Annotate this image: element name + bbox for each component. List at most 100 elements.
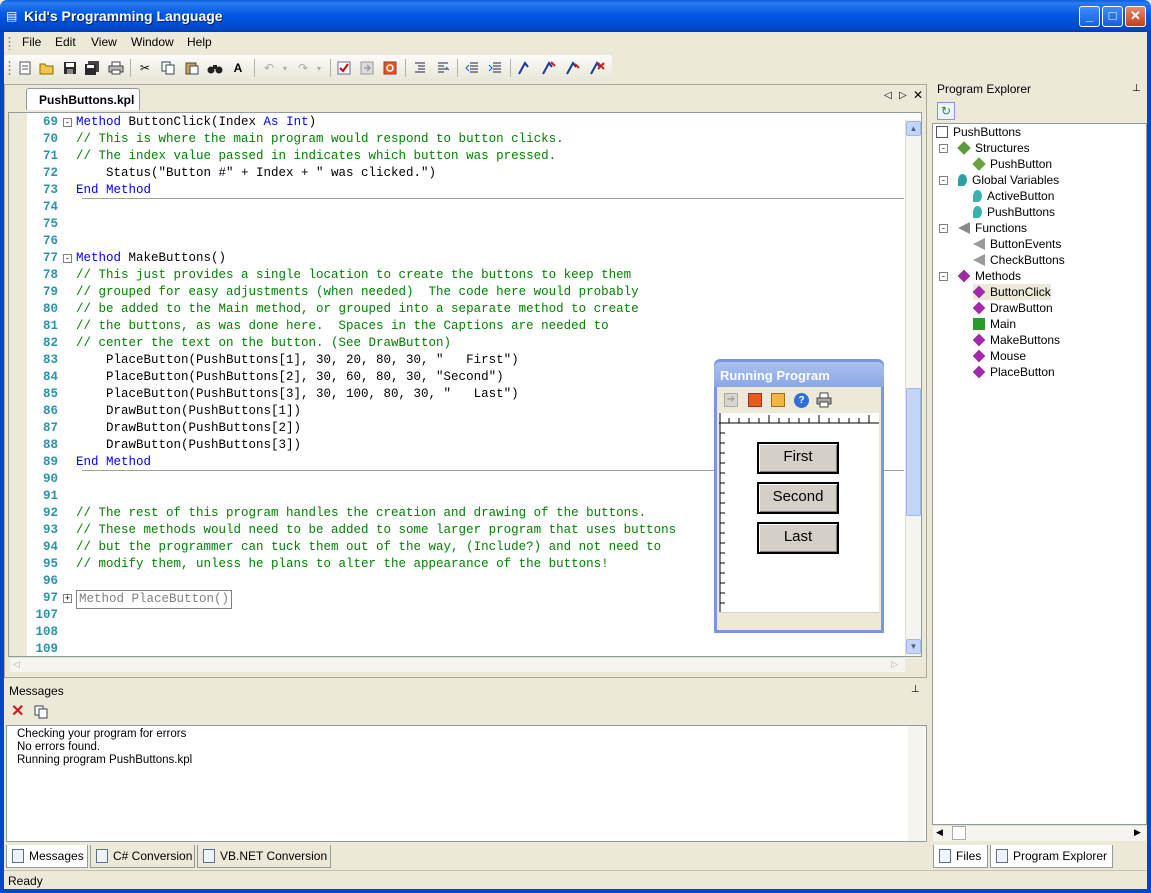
paste-icon[interactable]	[183, 59, 201, 77]
find-icon[interactable]	[206, 59, 224, 77]
collapse-icon[interactable]: -	[63, 118, 72, 127]
step-over-icon[interactable]	[564, 59, 582, 77]
first-button[interactable]: First	[757, 442, 839, 474]
copy-messages-icon[interactable]	[34, 705, 48, 722]
menu-help[interactable]: Help	[187, 35, 212, 49]
close-button[interactable]: ✕	[1125, 6, 1146, 27]
last-button[interactable]: Last	[757, 522, 839, 554]
step-icon[interactable]	[540, 59, 558, 77]
copy-icon[interactable]	[159, 59, 177, 77]
tree-node[interactable]: DrawButton	[972, 300, 1053, 316]
check-icon[interactable]	[335, 59, 353, 77]
program-canvas[interactable]: First Second Last	[719, 413, 879, 612]
scroll-right-icon[interactable]: ▶	[1134, 827, 1141, 838]
scroll-right-icon[interactable]: ▷	[891, 659, 898, 670]
app-icon[interactable]: ▤	[6, 9, 20, 23]
messages-list[interactable]: Checking your program for errors No erro…	[6, 725, 927, 842]
outdent-icon[interactable]	[463, 59, 481, 77]
tree-node[interactable]: PushButtons	[936, 124, 1021, 140]
run-icon[interactable]: ➔	[724, 393, 738, 407]
expand-icon[interactable]: +	[63, 594, 72, 603]
editor-horizontal-scrollbar[interactable]	[10, 657, 905, 672]
collapse-icon[interactable]: -	[939, 272, 948, 281]
collapse-icon[interactable]: -	[63, 254, 72, 263]
refresh-icon[interactable]: ↻	[937, 102, 955, 120]
pin-icon[interactable]: ⊥	[1132, 83, 1141, 94]
menu-view[interactable]: View	[91, 35, 117, 49]
clear-breakpoints-icon[interactable]	[588, 59, 606, 77]
code-text: Status("Button #" + Index + " was clicke…	[76, 166, 437, 180]
running-program-title[interactable]: Running Program	[714, 362, 884, 387]
open-icon[interactable]	[38, 59, 56, 77]
tab-pushbuttons-kpl[interactable]: PushButtons.kpl	[26, 88, 140, 110]
collapse-icon[interactable]: -	[939, 224, 948, 233]
cut-icon[interactable]: ✂	[136, 59, 154, 77]
replace-icon[interactable]: A	[229, 59, 247, 77]
tree-node[interactable]: ButtonClick	[972, 284, 1051, 300]
stop-icon[interactable]	[381, 59, 399, 77]
pin-icon[interactable]: ⊥	[911, 684, 920, 695]
save-all-icon[interactable]	[83, 59, 101, 77]
line-number: 92	[42, 506, 58, 520]
tab-files[interactable]: Files	[933, 845, 988, 868]
scroll-thumb[interactable]	[906, 388, 921, 516]
methods-icon	[957, 269, 971, 283]
scroll-left-icon[interactable]: ◀	[936, 827, 943, 838]
uncomment-icon[interactable]	[486, 59, 504, 77]
toolbar-grip[interactable]	[8, 60, 11, 76]
second-button[interactable]: Second	[757, 482, 839, 514]
tab-messages[interactable]: Messages	[6, 845, 88, 868]
undo-dropdown-icon[interactable]: ▾	[276, 59, 294, 77]
minimize-button[interactable]: _	[1079, 6, 1100, 27]
scroll-thumb[interactable]	[952, 826, 966, 840]
help-icon[interactable]: ?	[794, 393, 809, 408]
collapse-icon[interactable]: -	[939, 176, 948, 185]
messages-vertical-scrollbar[interactable]	[908, 726, 925, 841]
close-document-icon[interactable]: ✕	[913, 88, 923, 102]
tree-node[interactable]: Methods	[957, 268, 1021, 284]
tab-scroll-left-icon[interactable]: ◁	[884, 90, 892, 101]
tab-csharp-conversion[interactable]: C# Conversion	[90, 845, 195, 868]
tree-node[interactable]: MakeButtons	[972, 332, 1060, 348]
scroll-down-button[interactable]: ▼	[906, 639, 921, 654]
run-icon[interactable]	[358, 59, 376, 77]
print-icon[interactable]	[816, 392, 832, 411]
menu-grip[interactable]	[8, 36, 11, 50]
menu-window[interactable]: Window	[131, 35, 174, 49]
tree-node[interactable]: PushButtons	[973, 204, 1055, 220]
code-text: End Method	[76, 183, 152, 197]
tab-program-explorer[interactable]: Program Explorer	[990, 845, 1113, 868]
indent-icon[interactable]	[411, 59, 429, 77]
tree-node[interactable]: Main	[973, 316, 1016, 332]
comment-icon[interactable]	[434, 59, 452, 77]
tab-scroll-right-icon[interactable]: ▷	[899, 90, 907, 101]
tree-node[interactable]: PushButton	[972, 156, 1052, 172]
tree-node[interactable]: ButtonEvents	[973, 236, 1061, 252]
pause-icon[interactable]	[771, 393, 785, 407]
redo-dropdown-icon[interactable]: ▾	[310, 59, 328, 77]
menu-file[interactable]: File	[22, 35, 41, 49]
tree-node[interactable]: ActiveButton	[973, 188, 1054, 204]
scroll-left-icon[interactable]: ◁	[13, 659, 20, 670]
tree-node[interactable]: CheckButtons	[973, 252, 1065, 268]
tree-node[interactable]: Global Variables	[958, 172, 1059, 188]
new-icon[interactable]	[16, 59, 34, 77]
clear-messages-icon[interactable]: ✕	[11, 704, 24, 720]
save-icon[interactable]	[61, 59, 79, 77]
collapse-icon[interactable]: -	[939, 144, 948, 153]
print-icon[interactable]	[107, 59, 125, 77]
menu-edit[interactable]: Edit	[55, 35, 76, 49]
code-text: // The rest of this program handles the …	[76, 506, 647, 520]
scroll-up-button[interactable]: ▲	[906, 121, 921, 136]
method-icon	[972, 365, 986, 379]
tree-node-label: ActiveButton	[987, 189, 1055, 203]
tree-node[interactable]: Functions	[958, 220, 1027, 236]
tree-node[interactable]: Structures	[957, 140, 1030, 156]
tree-node[interactable]: Mouse	[972, 348, 1026, 364]
maximize-button[interactable]: □	[1102, 6, 1123, 27]
breakpoint-icon[interactable]	[516, 59, 534, 77]
tab-vbnet-conversion[interactable]: VB.NET Conversion	[197, 845, 331, 868]
running-program-status-bar	[719, 612, 879, 630]
tree-node[interactable]: PlaceButton	[972, 364, 1055, 380]
stop-icon[interactable]	[748, 393, 762, 407]
